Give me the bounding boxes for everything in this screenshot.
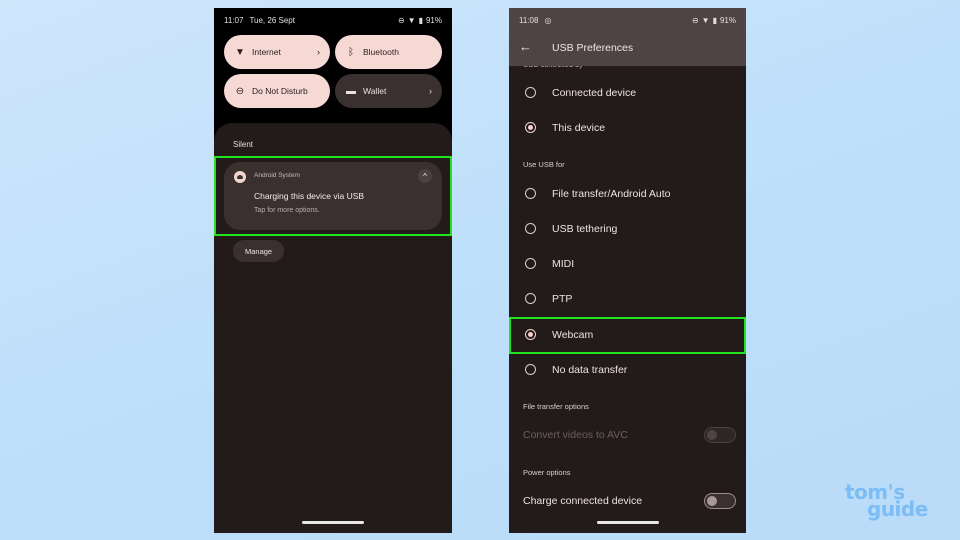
section-label-silent: Silent (233, 140, 254, 149)
radio-usb-tethering[interactable]: USB tethering (509, 211, 746, 246)
radio-unchecked-icon (525, 258, 536, 269)
tile-label: Bluetooth (363, 47, 399, 57)
radio-label: Connected device (552, 86, 637, 99)
highlight-box (509, 317, 746, 354)
section-label-file-transfer-options: File transfer options (523, 402, 589, 411)
radio-unchecked-icon (525, 87, 536, 98)
status-time: 11:08 (519, 15, 539, 25)
battery-icon: ▮ (418, 15, 423, 25)
bluetooth-icon: ᛒ (348, 46, 354, 58)
radio-label: MIDI (552, 257, 575, 270)
gesture-nav-handle[interactable] (596, 521, 659, 524)
convert-videos-row: Convert videos to AVC (523, 420, 736, 450)
radio-midi[interactable]: MIDI (509, 246, 746, 281)
tile-internet[interactable]: ▼ Internet › (224, 35, 330, 69)
status-time: 11:07 (224, 15, 244, 25)
radio-label: No data transfer (552, 363, 628, 376)
gesture-nav-handle[interactable] (302, 521, 364, 524)
tile-label: Do Not Disturb (252, 86, 308, 96)
radio-ptp[interactable]: PTP (509, 281, 746, 316)
back-arrow-icon[interactable]: ← (519, 39, 532, 54)
dnd-icon: ⊖ (691, 15, 699, 25)
convert-videos-toggle (704, 427, 736, 443)
toggle-label: Convert videos to AVC (523, 429, 628, 441)
tile-label: Internet (252, 47, 281, 57)
wifi-icon: ▼ (407, 15, 416, 25)
tile-do-not-disturb[interactable]: ⊖ Do Not Disturb (224, 74, 330, 108)
battery-icon: ▮ (712, 15, 717, 25)
app-bar: 11:08 ◎ ⊖ ▼ ▮ 91% ← USB Preferences (509, 8, 746, 66)
wifi-icon: ▼ (235, 46, 245, 58)
wallet-icon: ▬ (346, 85, 356, 97)
tile-bluetooth[interactable]: ᛒ Bluetooth (335, 35, 442, 69)
status-bar: 11:08 ◎ ⊖ ▼ ▮ 91% (509, 8, 746, 32)
chevron-right-icon: › (317, 47, 320, 57)
toms-guide-logo: tom's guide (845, 482, 928, 521)
status-date: Tue, 26 Sept (249, 15, 295, 25)
page-title: USB Preferences (552, 42, 634, 54)
radio-label: File transfer/Android Auto (552, 187, 671, 200)
radio-checked-icon (525, 122, 536, 133)
status-bar: 11:07 Tue, 26 Sept ⊖ ▼ ▮ 91% (214, 8, 452, 32)
logo-line-2: guide (867, 497, 928, 521)
radio-unchecked-icon (525, 364, 536, 375)
tile-wallet[interactable]: ▬ Wallet › (335, 74, 442, 108)
radio-connected-device[interactable]: Connected device (509, 75, 746, 110)
radio-label: PTP (552, 292, 573, 305)
radio-unchecked-icon (525, 293, 536, 304)
radio-label: USB tethering (552, 222, 618, 235)
radio-this-device[interactable]: This device (509, 110, 746, 145)
radio-unchecked-icon (525, 223, 536, 234)
notification-shade-screen: 11:07 Tue, 26 Sept ⊖ ▼ ▮ 91% ▼ Internet … (214, 8, 452, 533)
charge-connected-device-row[interactable]: Charge connected device (523, 486, 736, 516)
tile-label: Wallet (363, 86, 387, 96)
radio-no-data-transfer[interactable]: No data transfer (509, 352, 746, 387)
toggle-label: Charge connected device (523, 495, 643, 507)
chevron-right-icon: › (429, 86, 432, 96)
dnd-icon: ⊖ (235, 85, 245, 97)
charge-connected-device-toggle[interactable] (704, 493, 736, 509)
section-label-power-options: Power options (523, 468, 571, 477)
section-label-use-usb-for: Use USB for (523, 160, 565, 169)
radio-file-transfer[interactable]: File transfer/Android Auto (509, 176, 746, 211)
highlight-box (214, 156, 452, 236)
radio-unchecked-icon (525, 188, 536, 199)
dnd-icon: ⊖ (397, 15, 405, 25)
wifi-icon: ▼ (701, 15, 710, 25)
manage-button[interactable]: Manage (233, 240, 285, 262)
radio-label: This device (552, 121, 606, 134)
battery-level: 91% (425, 15, 442, 25)
usb-preferences-screen: USB controlled by 11:08 ◎ ⊖ ▼ ▮ 91% ← US… (509, 8, 746, 533)
battery-level: 91% (719, 15, 736, 25)
webcam-status-icon: ◎ (544, 15, 552, 25)
